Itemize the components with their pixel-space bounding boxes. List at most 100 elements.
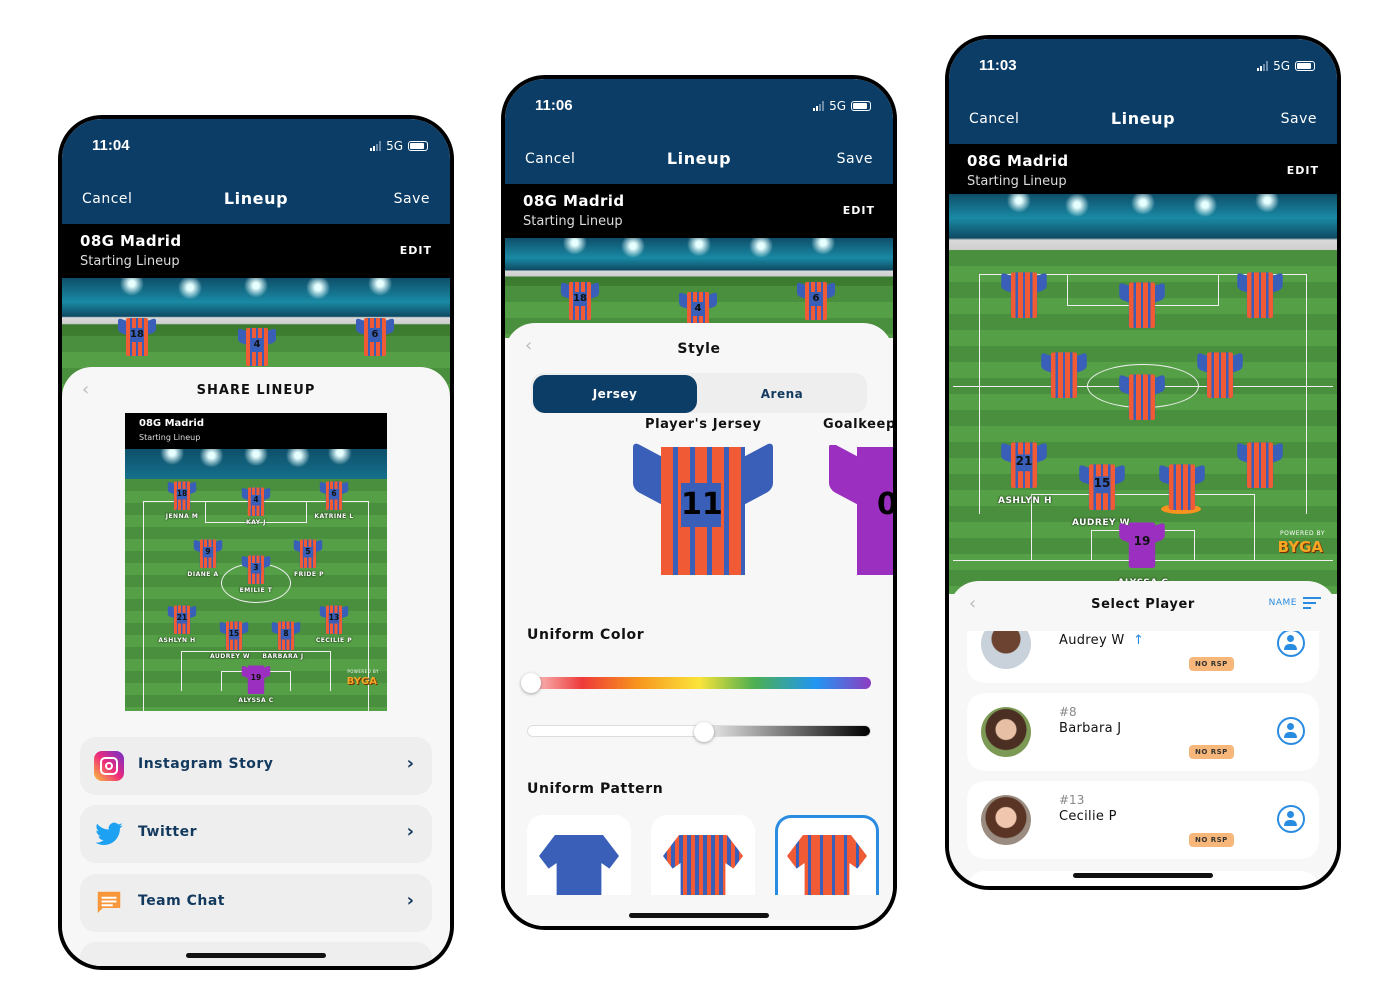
save-button[interactable]: Save (1281, 111, 1317, 127)
preview-goalkeeper-jersey: 19 (241, 664, 271, 694)
byga-logo: BYGA (1277, 538, 1323, 556)
share-option-label: Twitter (138, 824, 198, 840)
lineup-preview: 08G Madrid Starting Lineup 18 JENNA M 4 … (125, 413, 387, 711)
jersey-slot-selected[interactable] (1159, 462, 1205, 510)
network-label: 5G (1273, 59, 1290, 73)
player-list-item[interactable]: #13 Cecilie P NO RSP (967, 781, 1319, 859)
preview-team-name: 08G Madrid (139, 418, 204, 429)
jersey-slot[interactable]: 6 (356, 316, 394, 356)
preview-jersey: 8 (271, 620, 301, 650)
team-header: 08G Madrid Starting Lineup EDIT (949, 144, 1337, 194)
player-label: DIANE A (187, 571, 219, 578)
jersey-slot[interactable]: 21 (1001, 440, 1047, 488)
phone-select-player: 11:03 5G Cancel Lineup Save 08G Madrid S… (945, 35, 1341, 890)
save-button[interactable]: Save (394, 191, 430, 207)
jersey-slot[interactable] (1041, 350, 1087, 398)
jersey-number: 15 (1093, 476, 1111, 494)
goalkeeper-jersey-slot[interactable]: 19 (1119, 520, 1165, 568)
style-sheet: ‹ Style Jersey Arena Player's Jersey Goa… (505, 323, 893, 926)
share-option-twitter[interactable]: Twitter › (80, 805, 432, 863)
player-label: KAY J (246, 519, 266, 526)
jersey-slot[interactable]: 18 (561, 280, 599, 320)
jersey-slot[interactable] (1119, 372, 1165, 420)
player-label: ASHLYN H (158, 637, 196, 644)
jersey-slot[interactable] (1237, 270, 1283, 318)
goalkeeper-jersey-preview[interactable]: 0 (829, 445, 893, 575)
save-button[interactable]: Save (837, 151, 873, 167)
hue-slider[interactable] (521, 673, 871, 693)
powered-by-label: POWERED BY (1279, 530, 1325, 537)
edit-button[interactable]: EDIT (400, 244, 432, 257)
preview-jersey: 5 (293, 538, 323, 568)
jersey-slot[interactable] (1237, 440, 1283, 488)
share-option-instagram[interactable]: Instagram Story › (80, 737, 432, 795)
jersey-slot[interactable] (1001, 270, 1047, 318)
chat-icon (94, 888, 124, 918)
home-indicator (186, 953, 326, 958)
share-option-team-chat[interactable]: Team Chat › (80, 874, 432, 932)
sort-label: NAME (1268, 598, 1297, 608)
stadium-lights (949, 194, 1337, 238)
tab-arena[interactable]: Arena (697, 375, 867, 413)
shade-slider-knob[interactable] (694, 722, 714, 742)
player-label: EMILIE T (239, 587, 273, 594)
jersey-number: 21 (1015, 454, 1033, 472)
signal-icon (1257, 61, 1269, 71)
preview-jersey: 13 (319, 604, 349, 634)
status-bar: 11:04 5G (62, 119, 450, 179)
player-name: Barbara J (1059, 721, 1122, 736)
player-label: BARBARA J (262, 653, 304, 660)
avatar (981, 631, 1031, 669)
uniform-pattern-label: Uniform Pattern (527, 781, 664, 797)
jersey-slot[interactable]: 15 (1079, 462, 1125, 510)
player-list-item[interactable]: Audrey W ↑ NO RSP (967, 631, 1319, 683)
preview-jersey: 4 (241, 486, 271, 516)
jersey-slot[interactable]: 18 (118, 316, 156, 356)
jersey-number: 18 (573, 292, 587, 306)
uniform-color-label: Uniform Color (527, 627, 645, 643)
profile-icon[interactable] (1277, 631, 1305, 657)
player-jersey-preview[interactable]: 11 (633, 441, 773, 575)
avatar (981, 795, 1031, 845)
shade-slider[interactable] (527, 722, 871, 742)
preview-field: 18 JENNA M 4 KAY J 6 KATRINE L 9 DIANE A… (125, 449, 387, 711)
edit-button[interactable]: EDIT (843, 204, 875, 217)
home-indicator (629, 913, 769, 918)
pattern-option-thin-stripes[interactable] (651, 815, 755, 895)
chevron-right-icon: › (406, 890, 414, 911)
preview-jersey: 15 (219, 620, 249, 650)
preview-jersey: 21 (167, 604, 197, 634)
nav-bar: Cancel Lineup Save (62, 179, 450, 224)
player-list: Audrey W ↑ NO RSP #8 Barbara J NO RSP #1… (949, 631, 1337, 886)
signal-icon (370, 141, 382, 151)
player-list-item[interactable]: #8 Barbara J NO RSP (967, 693, 1319, 771)
pattern-option-solid[interactable] (527, 815, 631, 895)
pattern-option-wide-stripes[interactable] (775, 815, 879, 895)
player-label: CECILIE P (315, 637, 353, 644)
jersey-slot[interactable] (1119, 280, 1165, 328)
twitter-icon (94, 819, 124, 849)
hue-slider-knob[interactable] (521, 673, 541, 693)
profile-icon[interactable] (1277, 805, 1305, 833)
network-label: 5G (386, 139, 403, 153)
player-label: FRIDE P (293, 571, 325, 578)
sort-button[interactable]: NAME (1269, 597, 1321, 609)
share-option-label: Instagram Story (138, 756, 274, 772)
preview-jersey: 18 (167, 480, 197, 510)
preview-jersey: 6 (319, 480, 349, 510)
profile-icon[interactable] (1277, 717, 1305, 745)
jersey-slot[interactable]: 4 (238, 326, 276, 366)
status-badge: NO RSP (1189, 833, 1234, 847)
team-header: 08G Madrid Starting Lineup EDIT (505, 184, 893, 238)
status-time: 11:06 (535, 97, 573, 114)
arrow-up-icon: ↑ (1132, 633, 1145, 648)
tab-jersey[interactable]: Jersey (533, 375, 697, 413)
team-name: 08G Madrid (80, 232, 182, 250)
jersey-slot[interactable] (1197, 350, 1243, 398)
page-title: Lineup (1110, 109, 1176, 128)
goalkeeper-jersey-label: Goalkeeper (823, 417, 896, 432)
avatar (981, 707, 1031, 757)
edit-button[interactable]: EDIT (1287, 164, 1319, 177)
status-icons: 5G (813, 99, 871, 113)
jersey-slot[interactable]: 6 (797, 280, 835, 320)
